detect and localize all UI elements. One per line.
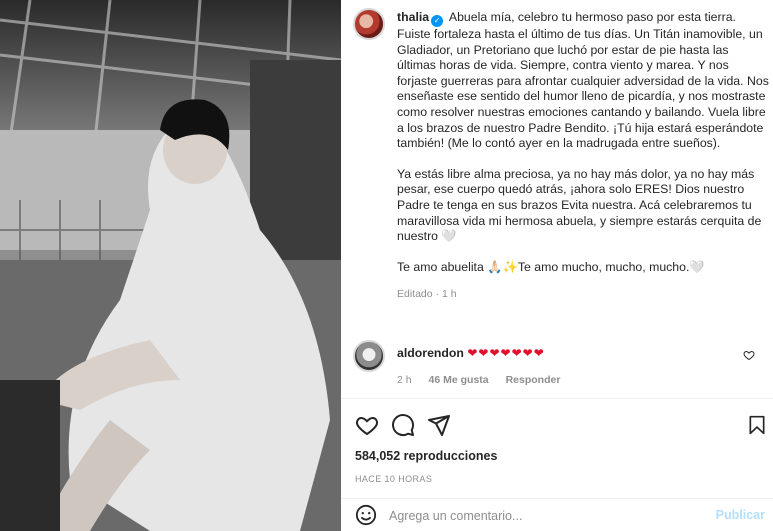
share-icon[interactable] — [427, 413, 451, 437]
post-comment-button[interactable]: Publicar — [716, 508, 765, 522]
post-sidebar: thalia ✓ Abuela mía, celebro tu hermoso p… — [341, 0, 773, 531]
comment-item: aldorendon ❤❤❤❤❤❤❤ 2 h 46 Me gusta Respo… — [353, 340, 763, 398]
caption-paragraph: thalia ✓ Abuela mía, celebro tu hermoso p… — [397, 10, 769, 152]
views-count: 584,052 reproducciones — [355, 449, 498, 463]
verified-icon: ✓ — [431, 15, 444, 27]
avatar[interactable] — [353, 8, 385, 40]
comment-username[interactable]: aldorendon — [397, 346, 464, 360]
post-timestamp[interactable]: HACE 10 HORAS — [355, 474, 432, 484]
emoji-icon[interactable] — [355, 504, 377, 526]
bookmark-icon[interactable] — [747, 413, 767, 437]
like-small-icon[interactable] — [743, 349, 755, 361]
post-photo[interactable] — [0, 0, 341, 531]
caption-paragraph: Te amo abuelita 🙏🏻✨Te amo mucho, mucho, … — [397, 259, 705, 274]
avatar[interactable] — [353, 340, 385, 372]
comment-hearts: ❤❤❤❤❤❤❤ — [467, 346, 545, 360]
post-username[interactable]: thalia — [397, 10, 429, 24]
comment-time: 2 h — [397, 374, 412, 386]
heart-icon[interactable] — [355, 413, 379, 437]
post-caption: thalia ✓ Abuela mía, celebro tu hermoso p… — [397, 10, 769, 303]
comment-input[interactable] — [389, 506, 709, 526]
caption-paragraph: Ya estás libre alma preciosa, ya no hay … — [397, 166, 762, 244]
edited-label: Editado · 1 h — [397, 288, 457, 301]
reply-button[interactable]: Responder — [506, 374, 561, 386]
comment-bar: Publicar — [341, 498, 773, 531]
photo-illustration — [0, 0, 341, 531]
comment-icon[interactable] — [391, 413, 415, 437]
comment-likes[interactable]: 46 Me gusta — [429, 374, 489, 386]
caption-text: Abuela mía, celebro tu hermoso paso por … — [397, 10, 769, 151]
comment-meta: 2 h 46 Me gusta Responder — [397, 374, 574, 386]
comments-scroll-area[interactable]: thalia ✓ Abuela mía, celebro tu hermoso p… — [341, 0, 773, 398]
comment-text: aldorendon ❤❤❤❤❤❤❤ — [397, 346, 545, 360]
post-photo-pane — [0, 0, 341, 531]
